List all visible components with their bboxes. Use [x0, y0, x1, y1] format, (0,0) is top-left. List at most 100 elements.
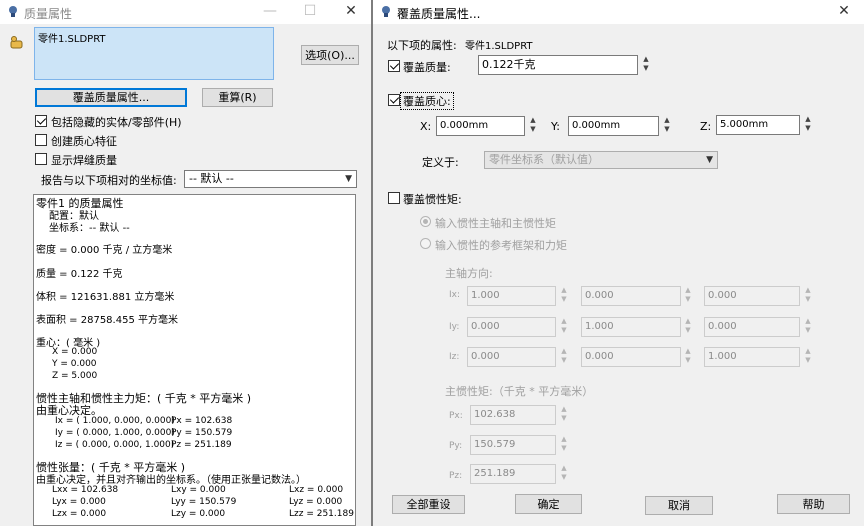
- override-mass-properties-button[interactable]: 覆盖质量属性...: [35, 88, 187, 107]
- report-lxy: Lxy = 0.000: [171, 485, 226, 495]
- radio-reference-frame[interactable]: [420, 238, 431, 249]
- close-button[interactable]: ✕: [331, 0, 371, 24]
- mass-properties-window: 质量属性 — ☐ ✕ 零件1.SLDPRT 选项(O)... 覆盖质量属性...…: [0, 0, 371, 526]
- options-button[interactable]: 选项(O)...: [301, 45, 359, 65]
- app-icon: [9, 6, 17, 17]
- report-lzz: Lzz = 251.189: [289, 509, 354, 519]
- report-lyx: Lyx = 0.000: [52, 497, 106, 507]
- ix-input-3[interactable]: 0.000: [704, 286, 800, 306]
- x-label: X:: [420, 120, 432, 133]
- iy-input-1[interactable]: 0.000: [467, 317, 556, 337]
- com-y-spinner[interactable]: ▲ ▼: [662, 116, 672, 136]
- report-ix: Ix = ( 1.000, 0.000, 0.000): [55, 416, 175, 426]
- override-mass-checkbox[interactable]: [388, 60, 400, 72]
- title-bar[interactable]: 质量属性 — ☐ ✕: [0, 0, 371, 24]
- maximize-button[interactable]: ☐: [290, 0, 330, 24]
- iz-input-3[interactable]: 1.000: [704, 347, 800, 367]
- iz-spinner-3[interactable]: ▲ ▼: [803, 347, 813, 367]
- override-moments-checkbox[interactable]: [388, 192, 400, 204]
- report-coord-sys: 坐标系：-- 默认 --: [49, 223, 130, 234]
- y-label: Y:: [551, 120, 560, 133]
- moments-title: 主惯性矩:（千克 * 平方毫米）: [445, 385, 594, 398]
- mass-spinner[interactable]: ▲ ▼: [641, 55, 651, 75]
- mass-input[interactable]: 0.122千克: [478, 55, 638, 75]
- report-iz: Iz = ( 0.000, 0.000, 1.000): [55, 440, 175, 450]
- iz-input-2[interactable]: 0.000: [581, 347, 681, 367]
- include-hidden-label: 包括隐藏的实体/零部件(H): [51, 116, 182, 129]
- override-moments-label: 覆盖惯性矩:: [403, 193, 462, 206]
- iy-label: Iy:: [449, 322, 460, 332]
- iz-spinner-1[interactable]: ▲ ▼: [559, 347, 569, 367]
- report-com-x: X = 0.000: [52, 347, 98, 357]
- py-spinner[interactable]: ▲ ▼: [559, 435, 569, 455]
- mass-properties-report[interactable]: 零件1 的质量属性 配置：默认 坐标系：-- 默认 -- 密度 = 0.000 …: [33, 194, 356, 526]
- report-py: Py = 150.579: [171, 428, 233, 438]
- com-x-spinner[interactable]: ▲ ▼: [528, 116, 538, 136]
- help-button[interactable]: 帮助: [777, 494, 850, 514]
- py-input[interactable]: 150.579: [470, 435, 556, 455]
- px-label: Px:: [449, 411, 463, 421]
- report-tensor-sub: 由重心决定，并且对齐输出的坐标系。（使用正张量记数法。）: [36, 475, 306, 486]
- report-density: 密度 = 0.000 千克 / 立方毫米: [36, 245, 173, 256]
- scale-icon[interactable]: [9, 35, 25, 51]
- report-lzx: Lzx = 0.000: [52, 509, 107, 519]
- close-button[interactable]: ✕: [824, 0, 864, 24]
- chevron-down-icon: ▼: [706, 155, 713, 165]
- coord-report-label: 报告与以下项相对的坐标值:: [41, 174, 177, 187]
- reset-all-button[interactable]: 全部重设: [392, 495, 465, 514]
- ix-input-2[interactable]: 0.000: [581, 286, 681, 306]
- report-px: Px = 102.638: [171, 416, 233, 426]
- cancel-button[interactable]: 取消: [645, 496, 713, 515]
- props-for-value: 零件1.SLDPRT: [465, 41, 533, 52]
- px-spinner[interactable]: ▲ ▼: [559, 405, 569, 425]
- ix-spinner-1[interactable]: ▲ ▼: [559, 286, 569, 306]
- iy-spinner-1[interactable]: ▲ ▼: [559, 317, 569, 337]
- iz-spinner-2[interactable]: ▲ ▼: [683, 347, 693, 367]
- radio-principal-axes[interactable]: [420, 216, 431, 227]
- px-input[interactable]: 102.638: [470, 405, 556, 425]
- create-com-label: 创建质心特征: [51, 135, 117, 148]
- ok-button[interactable]: 确定: [515, 494, 582, 514]
- minimize-button[interactable]: —: [250, 0, 290, 24]
- py-label: Py:: [449, 441, 463, 451]
- coord-system-select[interactable]: -- 默认 -- ▼: [184, 170, 357, 188]
- iy-spinner-3[interactable]: ▲ ▼: [803, 317, 813, 337]
- report-com-z: Z = 5.000: [52, 371, 98, 381]
- ix-input-1[interactable]: 1.000: [467, 286, 556, 306]
- defined-by-value: 零件坐标系（默认值）: [489, 153, 599, 166]
- show-weld-checkbox[interactable]: [35, 153, 47, 165]
- report-volume: 体积 = 121631.881 立方毫米: [36, 292, 175, 303]
- create-com-checkbox[interactable]: [35, 134, 47, 146]
- report-lzy: Lzy = 0.000: [171, 509, 226, 519]
- recalculate-button[interactable]: 重算(R): [202, 88, 273, 107]
- ix-label: Ix:: [449, 290, 461, 300]
- pz-input[interactable]: 251.189: [470, 464, 556, 484]
- defined-by-select[interactable]: 零件坐标系（默认值） ▼: [484, 151, 718, 169]
- window-title: 质量属性: [24, 7, 73, 21]
- com-z-spinner[interactable]: ▲ ▼: [803, 115, 813, 135]
- radio-principal-label: 输入惯性主轴和主惯性矩: [435, 217, 556, 230]
- iy-spinner-2[interactable]: ▲ ▼: [683, 317, 693, 337]
- ix-spinner-2[interactable]: ▲ ▼: [683, 286, 693, 306]
- show-weld-label: 显示焊缝质量: [51, 154, 117, 167]
- iy-input-2[interactable]: 1.000: [581, 317, 681, 337]
- selected-part[interactable]: 零件1.SLDPRT: [38, 30, 106, 45]
- com-x-input[interactable]: 0.000mm: [436, 116, 525, 136]
- com-z-input[interactable]: 5.000mm: [716, 115, 800, 135]
- com-y-input[interactable]: 0.000mm: [568, 116, 659, 136]
- report-mass: 质量 = 0.122 千克: [36, 269, 123, 280]
- override-com-checkbox[interactable]: [388, 94, 400, 106]
- report-surface-area: 表面积 = 28758.455 平方毫米: [36, 315, 178, 326]
- override-mass-label: 覆盖质量:: [403, 61, 451, 74]
- override-com-label: 覆盖质心:: [400, 92, 454, 110]
- iy-input-3[interactable]: 0.000: [704, 317, 800, 337]
- defined-by-label: 定义于:: [422, 156, 459, 169]
- report-lxz: Lxz = 0.000: [289, 485, 344, 495]
- ix-spinner-3[interactable]: ▲ ▼: [803, 286, 813, 306]
- report-lxx: Lxx = 102.638: [52, 485, 119, 495]
- dialog-title-bar[interactable]: 覆盖质量属性... ✕: [373, 0, 864, 24]
- include-hidden-checkbox[interactable]: [35, 115, 47, 127]
- iz-input-1[interactable]: 0.000: [467, 347, 556, 367]
- selected-items-list[interactable]: 零件1.SLDPRT: [34, 27, 274, 80]
- pz-spinner[interactable]: ▲ ▼: [559, 464, 569, 484]
